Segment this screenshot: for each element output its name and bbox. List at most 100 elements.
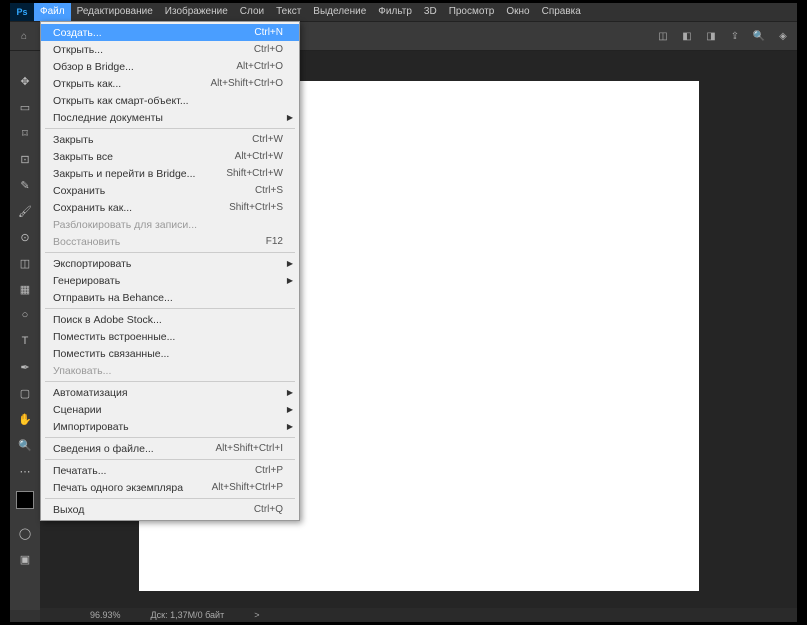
menu-separator <box>45 128 295 129</box>
chevron-right-icon: ▶ <box>287 259 293 268</box>
menu-item-shortcut: Shift+Ctrl+W <box>226 168 283 179</box>
menu-окно[interactable]: Окно <box>500 3 535 21</box>
zoom-level[interactable]: 96.93% <box>90 610 121 620</box>
menu-item[interactable]: Открыть как...Alt+Shift+Ctrl+O <box>41 75 299 92</box>
chevron-right-icon: ▶ <box>287 388 293 397</box>
menu-item-label: Восстановить <box>53 236 120 248</box>
menu-item[interactable]: Последние документы▶ <box>41 109 299 126</box>
menu-item[interactable]: Открыть как смарт-объект... <box>41 92 299 109</box>
menu-item-label: Выход <box>53 504 84 516</box>
home-icon[interactable]: ⌂ <box>16 28 32 44</box>
menu-item-label: Сведения о файле... <box>53 443 154 455</box>
menu-item: Разблокировать для записи... <box>41 216 299 233</box>
menu-item[interactable]: Сохранить как...Shift+Ctrl+S <box>41 199 299 216</box>
menu-просмотр[interactable]: Просмотр <box>443 3 501 21</box>
menu-3d[interactable]: 3D <box>418 3 443 21</box>
menu-слои[interactable]: Слои <box>234 3 270 21</box>
menu-item-shortcut: Shift+Ctrl+S <box>229 202 283 213</box>
menu-item[interactable]: Импортировать▶ <box>41 418 299 435</box>
menu-item: Упаковать... <box>41 362 299 379</box>
shape-tool[interactable]: ▢ <box>15 383 35 403</box>
menu-item-shortcut: Ctrl+S <box>255 185 283 196</box>
menu-separator <box>45 498 295 499</box>
status-bar: 96.93% Дск: 1,37M/0 байт > <box>40 608 797 622</box>
menu-item-label: Создать... <box>53 27 102 39</box>
screen-mode[interactable]: ▣ <box>15 549 35 569</box>
menu-item[interactable]: Экспортировать▶ <box>41 255 299 272</box>
menu-item[interactable]: Сценарии▶ <box>41 401 299 418</box>
menu-item[interactable]: Закрыть и перейти в Bridge...Shift+Ctrl+… <box>41 165 299 182</box>
arrange-icon[interactable]: ◫ <box>655 28 671 44</box>
menu-item[interactable]: Автоматизация▶ <box>41 384 299 401</box>
menu-item[interactable]: Закрыть Ctrl+W <box>41 131 299 148</box>
menu-item[interactable]: Создать... Ctrl+N <box>41 24 299 41</box>
chevron-right-icon: ▶ <box>287 422 293 431</box>
menu-item-shortcut: Ctrl+O <box>254 44 283 55</box>
chevron-right-icon: ▶ <box>287 405 293 414</box>
doc-info[interactable]: Дск: 1,37M/0 байт <box>151 610 225 620</box>
menu-справка[interactable]: Справка <box>536 3 587 21</box>
menu-файл[interactable]: Файл <box>34 3 71 21</box>
menu-item-label: Открыть как... <box>53 78 121 90</box>
menu-item[interactable]: ВыходCtrl+Q <box>41 501 299 518</box>
menu-item-label: Упаковать... <box>53 365 111 377</box>
menu-item-shortcut: Ctrl+N <box>254 27 283 38</box>
file-menu-dropdown: Создать... Ctrl+N Открыть... Ctrl+O Обзор в … <box>40 21 300 521</box>
chevron-right-icon: ▶ <box>287 113 293 122</box>
menu-separator <box>45 381 295 382</box>
tools-panel: ✥ ▭ ⌑ ⊡ ✎ 🖌 ⊙ ◫ ▦ ○ T ✒ ▢ ✋ 🔍 ⋯ ◯ ▣ <box>10 51 40 610</box>
status-arrow[interactable]: > <box>254 610 259 620</box>
menu-item[interactable]: Сведения о файле...Alt+Shift+Ctrl+I <box>41 440 299 457</box>
menu-item-label: Закрыть <box>53 134 93 146</box>
menu-item-label: Обзор в Bridge... <box>53 61 134 73</box>
type-tool[interactable]: T <box>15 331 35 351</box>
hand-tool[interactable]: ✋ <box>15 409 35 429</box>
search-icon[interactable]: 🔍 <box>751 28 767 44</box>
menu-item[interactable]: Поиск в Adobe Stock... <box>41 311 299 328</box>
3d-icon[interactable]: ◈ <box>775 28 791 44</box>
menu-item-label: Поместить встроенные... <box>53 331 175 343</box>
marquee-tool[interactable]: ▭ <box>15 97 35 117</box>
chevron-right-icon: ▶ <box>287 276 293 285</box>
menu-item[interactable]: Открыть... Ctrl+O <box>41 41 299 58</box>
menu-item-label: Генерировать <box>53 275 120 287</box>
blur-tool[interactable]: ○ <box>15 305 35 325</box>
menu-item[interactable]: Отправить на Behance... <box>41 289 299 306</box>
menu-item-label: Поместить связанные... <box>53 348 169 360</box>
menu-изображение[interactable]: Изображение <box>159 3 234 21</box>
lasso-tool[interactable]: ⌑ <box>15 123 35 143</box>
menu-item[interactable]: Поместить связанные... <box>41 345 299 362</box>
menu-item[interactable]: Обзор в Bridge...Alt+Ctrl+O <box>41 58 299 75</box>
app-window: Ps ФайлРедактированиеИзображениеСлоиТекс… <box>10 3 797 622</box>
menu-текст[interactable]: Текст <box>270 3 307 21</box>
menu-выделение[interactable]: Выделение <box>307 3 372 21</box>
brush-tool[interactable]: 🖌 <box>15 201 35 221</box>
pen-tool[interactable]: ✒ <box>15 357 35 377</box>
menu-item-label: Закрыть все <box>53 151 113 163</box>
eraser-tool[interactable]: ◫ <box>15 253 35 273</box>
move-tool[interactable]: ✥ <box>15 71 35 91</box>
stamp-tool[interactable]: ⊙ <box>15 227 35 247</box>
more-tool[interactable]: ⋯ <box>15 461 35 481</box>
mask-mode[interactable]: ◯ <box>15 523 35 543</box>
menu-separator <box>45 252 295 253</box>
menu-item[interactable]: Печать одного экземпляраAlt+Shift+Ctrl+P <box>41 479 299 496</box>
menu-separator <box>45 459 295 460</box>
foreground-color[interactable] <box>16 491 34 509</box>
menu-item[interactable]: Поместить встроенные... <box>41 328 299 345</box>
eyedropper-tool[interactable]: ✎ <box>15 175 35 195</box>
menu-item-label: Открыть... <box>53 44 103 56</box>
menu-item[interactable]: Закрыть всеAlt+Ctrl+W <box>41 148 299 165</box>
menu-item-shortcut: Ctrl+W <box>252 134 283 145</box>
gradient-tool[interactable]: ▦ <box>15 279 35 299</box>
ctrl-icon[interactable]: ◨ <box>703 28 719 44</box>
menu-item[interactable]: Генерировать ▶ <box>41 272 299 289</box>
menu-редактирование[interactable]: Редактирование <box>71 3 159 21</box>
crop-tool[interactable]: ⊡ <box>15 149 35 169</box>
mode-icon[interactable]: ◧ <box>679 28 695 44</box>
menu-фильтр[interactable]: Фильтр <box>372 3 418 21</box>
zoom-tool[interactable]: 🔍 <box>15 435 35 455</box>
menu-item[interactable]: Печатать...Ctrl+P <box>41 462 299 479</box>
menu-item[interactable]: СохранитьCtrl+S <box>41 182 299 199</box>
share-icon[interactable]: ⇪ <box>727 28 743 44</box>
